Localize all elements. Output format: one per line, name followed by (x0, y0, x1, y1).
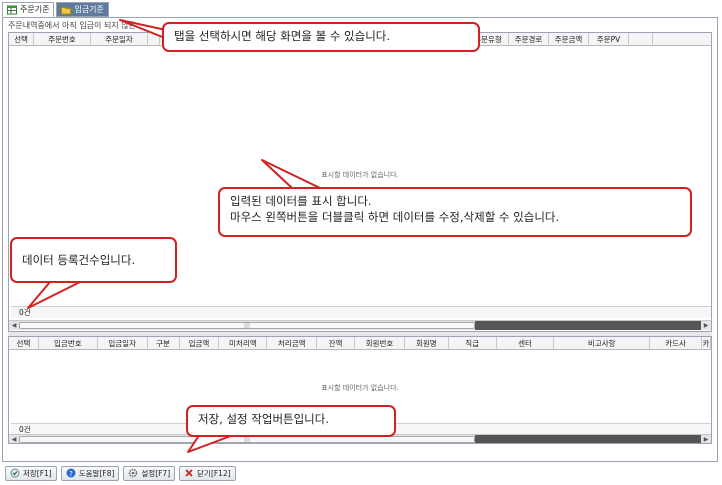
help-button[interactable]: ? 도움말[F8] (60, 465, 120, 481)
scroll-thumb[interactable]: ||| (19, 322, 475, 329)
column-header[interactable]: 입금액 (180, 337, 220, 350)
help-icon: ? (66, 468, 76, 478)
callout-count-help: 데이터 등록건수입니다. (10, 237, 177, 283)
order-grid: 선택주문번호주문일자구분주문유형주문경로주문금액주문PV 표시할 데이터가 없습… (8, 32, 712, 332)
column-header[interactable]: 주문일자 (91, 33, 148, 46)
column-header[interactable]: 주문금액 (549, 33, 589, 46)
column-header[interactable]: 입금일자 (98, 337, 148, 350)
column-header[interactable]: 주문PV (589, 33, 629, 46)
save-button-label: 저장[F1] (23, 468, 52, 478)
scroll-left-icon[interactable]: ◀ (9, 435, 19, 443)
tab-strip: 주문기준 입금기준 (2, 2, 109, 18)
order-grid-empty-text: 표시할 데이터가 없습니다. (321, 171, 399, 179)
order-grid-hscrollbar[interactable]: ◀ ||| ▶ (9, 320, 711, 330)
column-header[interactable]: 센터 (497, 337, 555, 350)
column-header[interactable] (629, 33, 653, 46)
scroll-track (475, 321, 701, 330)
tab-deposit-basis-label: 입금기준 (74, 5, 104, 14)
column-header[interactable]: 직급 (449, 337, 497, 350)
column-header[interactable]: 선택 (9, 337, 39, 350)
column-header[interactable]: 카 (702, 337, 711, 350)
callout-toolbar-help: 저장, 설정 작업버튼입니다. (186, 405, 396, 437)
deposit-grid-empty-text: 표시할 데이터가 없습니다. (321, 384, 399, 392)
save-icon (10, 468, 20, 478)
column-header[interactable]: 회원번호 (355, 337, 405, 350)
tab-order-basis-label: 주문기준 (20, 5, 50, 14)
column-header[interactable]: 입금번호 (39, 337, 98, 350)
settings-icon (129, 468, 138, 478)
column-header[interactable]: 비고사항 (554, 337, 651, 350)
svg-text:?: ? (69, 470, 73, 478)
order-grid-count: 0건 (11, 306, 711, 318)
callout-tab-text: 탭을 선택하시면 해당 화면을 볼 수 있습니다. (174, 29, 391, 43)
column-header[interactable]: 회원명 (405, 337, 449, 350)
close-button[interactable]: 닫기[F12] (179, 465, 236, 481)
column-header[interactable]: 처리금액 (267, 337, 318, 350)
save-button[interactable]: 저장[F1] (5, 465, 57, 481)
tab-order-basis[interactable]: 주문기준 (2, 2, 55, 17)
column-header[interactable] (148, 33, 160, 46)
column-header[interactable]: 잔액 (317, 337, 356, 350)
column-header[interactable]: 주문경로 (509, 33, 549, 46)
callout-data-help: 입력된 데이터를 표시 합니다. 마우스 왼쪽버튼을 더블클릭 하면 데이터를 … (218, 187, 692, 237)
callout-data-line2: 마우스 왼쪽버튼을 더블클릭 하면 데이터를 수정,삭제할 수 있습니다. (230, 210, 560, 224)
notice-text: 주문내역중에서 아직 입금이 되지 않은 (8, 21, 136, 30)
scroll-right-icon[interactable]: ▶ (701, 435, 711, 443)
callout-count-text: 데이터 등록건수입니다. (22, 253, 136, 267)
column-header[interactable]: 주문번호 (34, 33, 91, 46)
table-icon (7, 5, 17, 14)
deposit-grid-header: 선택 입금번호 입금일자 구분 입금액 미처리액 처리금액 잔액 회원번호 회원명 직급 센터 비고사항… (9, 337, 711, 350)
close-icon (185, 469, 193, 477)
settings-button[interactable]: 설정[F7] (123, 465, 176, 481)
scroll-right-icon[interactable]: ▶ (701, 321, 711, 330)
column-header[interactable]: 카드사 (650, 337, 703, 350)
help-button-label: 도움말[F8] (78, 468, 115, 478)
tab-deposit-basis[interactable]: 입금기준 (56, 2, 109, 17)
scroll-left-icon[interactable]: ◀ (9, 321, 19, 330)
settings-button-label: 설정[F7] (141, 468, 171, 478)
callout-toolbar-text: 저장, 설정 작업버튼입니다. (198, 412, 330, 426)
action-toolbar: 저장[F1] ? 도움말[F8] 설정[F7] 닫기[F12] (2, 463, 718, 483)
scroll-track (475, 435, 701, 443)
column-header[interactable]: 선택 (9, 33, 34, 46)
callout-tab-help: 탭을 선택하시면 해당 화면을 볼 수 있습니다. (162, 22, 480, 52)
callout-data-line1: 입력된 데이터를 표시 합니다. (230, 194, 372, 208)
close-button-label: 닫기[F12] (197, 468, 231, 478)
column-header[interactable]: 미처리액 (219, 337, 268, 350)
folder-icon (61, 6, 72, 14)
column-header[interactable]: 구분 (148, 337, 180, 350)
scroll-thumb[interactable]: ||| (19, 436, 475, 443)
